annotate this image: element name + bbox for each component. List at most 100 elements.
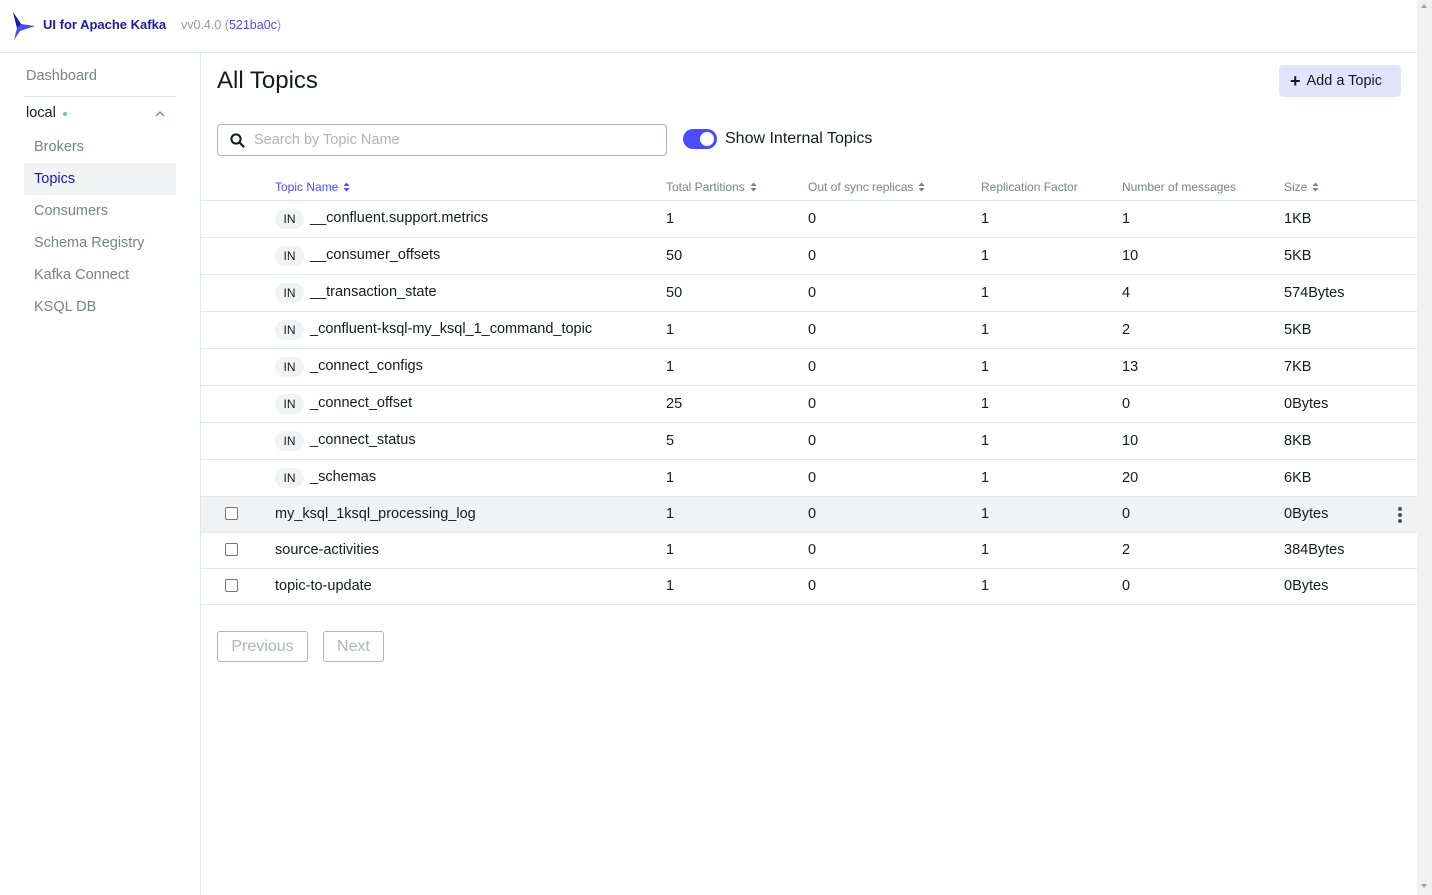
cell-replication: 1: [981, 285, 990, 301]
topic-name-link[interactable]: topic-to-update: [275, 578, 372, 594]
next-page-button[interactable]: Next: [323, 631, 384, 662]
cell-size: 8KB: [1284, 433, 1312, 449]
cell-size: 574Bytes: [1284, 285, 1345, 301]
cell-out-of-sync: 0: [808, 506, 817, 522]
topic-name-link[interactable]: _confluent-ksql-my_ksql_1_command_topic: [310, 321, 592, 337]
sidebar-item-topics[interactable]: Topics: [24, 163, 176, 195]
version-prefix: vv0.4.0 (: [181, 18, 229, 32]
sidebar-item-consumers[interactable]: Consumers: [24, 195, 176, 227]
cluster-status-dot: [63, 112, 67, 116]
version-info: vv0.4.0 (521ba0c): [181, 18, 281, 32]
cell-messages: 13: [1122, 359, 1139, 375]
cell-size: 384Bytes: [1284, 542, 1345, 558]
cell-messages: 0: [1122, 396, 1131, 412]
sort-arrows-icon[interactable]: [343, 182, 350, 192]
internal-badge: IN: [275, 431, 304, 451]
sidebar-item-kafka-connect[interactable]: Kafka Connect: [24, 259, 176, 291]
page-scrollbar[interactable]: [1417, 0, 1432, 895]
column-header-label: Number of messages: [1122, 180, 1237, 194]
cell-size: 7KB: [1284, 359, 1312, 375]
commit-link[interactable]: 521ba0c: [229, 18, 277, 32]
show-internal-label: Show Internal Topics: [725, 130, 873, 147]
brand-title[interactable]: UI for Apache Kafka: [43, 17, 166, 32]
row-select-checkbox[interactable]: [225, 543, 238, 556]
sidebar-item-brokers[interactable]: Brokers: [24, 131, 176, 163]
cell-out-of-sync: 0: [808, 578, 817, 594]
add-topic-button[interactable]: + Add a Topic: [1279, 65, 1401, 97]
sidebar-item-dashboard[interactable]: Dashboard: [26, 68, 97, 84]
scroll-up-arrow-icon[interactable]: [1421, 4, 1427, 8]
cell-partitions: 1: [666, 322, 675, 338]
row-select-checkbox[interactable]: [225, 507, 238, 520]
column-header-total-partitions[interactable]: Total Partitions: [666, 180, 757, 194]
cell-out-of-sync: 0: [808, 396, 817, 412]
cell-messages: 4: [1122, 285, 1131, 301]
table-row[interactable]: IN _schemas 1 0 1 20 6KB: [201, 460, 1417, 497]
cell-messages: 1: [1122, 211, 1131, 227]
table-header: Topic Name Total Partitions Out of sync re…: [201, 174, 1417, 201]
column-header-label: Total Partitions: [666, 180, 745, 194]
topic-name-link[interactable]: _connect_status: [310, 432, 416, 448]
cell-replication: 1: [981, 470, 990, 486]
kafka-logo-icon[interactable]: [12, 11, 36, 41]
topic-name-link[interactable]: _connect_offset: [310, 395, 412, 411]
sort-arrows-icon[interactable]: [918, 182, 925, 192]
cell-partitions: 1: [666, 211, 675, 227]
cluster-name[interactable]: local: [26, 105, 56, 121]
table-row[interactable]: IN _confluent-ksql-my_ksql_1_command_topi…: [201, 312, 1417, 349]
column-header-size[interactable]: Size: [1284, 180, 1319, 194]
toggle-knob: [700, 132, 714, 146]
table-row[interactable]: IN __consumer_offsets 50 0 1 10 5KB: [201, 238, 1417, 275]
internal-badge: IN: [275, 320, 304, 340]
show-internal-toggle[interactable]: [683, 129, 717, 149]
table-row[interactable]: source-activities 1 0 1 2 384Bytes: [201, 533, 1417, 569]
topics-table: Topic Name Total Partitions Out of sync re…: [201, 174, 1417, 605]
cell-size: 0Bytes: [1284, 396, 1329, 412]
sort-arrows-icon[interactable]: [1312, 182, 1319, 192]
cell-partitions: 25: [666, 396, 683, 412]
scroll-down-arrow-icon[interactable]: [1421, 884, 1427, 888]
cell-replication: 1: [981, 211, 990, 227]
table-row[interactable]: topic-to-update 1 0 1 0 0Bytes: [201, 569, 1417, 605]
topic-name-link[interactable]: __transaction_state: [310, 284, 437, 300]
internal-badge: IN: [275, 246, 304, 266]
topic-name-link[interactable]: __consumer_offsets: [310, 247, 440, 263]
table-row[interactable]: IN __confluent.support.metrics 1 0 1 1 1KB: [201, 201, 1417, 238]
cell-out-of-sync: 0: [808, 433, 817, 449]
cell-messages: 0: [1122, 578, 1131, 594]
table-row[interactable]: IN _connect_offset 25 0 1 0 0Bytes: [201, 386, 1417, 423]
column-header-number-of-messages: Number of messages: [1122, 180, 1236, 194]
internal-badge: IN: [275, 209, 304, 229]
column-header-out-of-sync-replicas[interactable]: Out of sync replicas: [808, 180, 925, 194]
add-topic-label: Add a Topic: [1306, 73, 1383, 89]
sidebar-item-ksql-db[interactable]: KSQL DB: [24, 291, 176, 323]
cell-out-of-sync: 0: [808, 359, 817, 375]
search-input[interactable]: [254, 125, 659, 155]
cell-size: 6KB: [1284, 470, 1312, 486]
column-header-topic-name[interactable]: Topic Name: [275, 180, 350, 194]
cell-messages: 20: [1122, 470, 1139, 486]
topic-name-link[interactable]: _connect_configs: [310, 358, 423, 374]
table-row[interactable]: IN _connect_status 5 0 1 10 8KB: [201, 423, 1417, 460]
internal-badge: IN: [275, 394, 304, 414]
column-header-replication-factor: Replication Factor: [981, 180, 1078, 194]
cell-partitions: 1: [666, 359, 675, 375]
cell-replication: 1: [981, 433, 990, 449]
cell-messages: 10: [1122, 433, 1139, 449]
table-row[interactable]: IN _connect_configs 1 0 1 13 7KB: [201, 349, 1417, 386]
previous-page-button[interactable]: Previous: [217, 631, 308, 662]
row-select-checkbox[interactable]: [225, 579, 238, 592]
cell-partitions: 50: [666, 248, 683, 264]
sidebar-item-schema-registry[interactable]: Schema Registry: [24, 227, 176, 259]
topic-name-link[interactable]: __confluent.support.metrics: [310, 210, 488, 226]
table-row[interactable]: IN __transaction_state 50 0 1 4 574Bytes: [201, 275, 1417, 312]
row-actions-kebab-icon[interactable]: [1398, 507, 1402, 523]
topic-name-link[interactable]: source-activities: [275, 542, 379, 558]
topic-name-link[interactable]: _schemas: [310, 469, 376, 485]
main-content: All Topics + Add a Topic Show Internal T…: [201, 53, 1417, 895]
chevron-up-icon[interactable]: [154, 110, 166, 118]
column-header-label: Size: [1284, 180, 1308, 194]
table-row[interactable]: my_ksql_1ksql_processing_log 1 0 1 0 0Bytes: [201, 497, 1417, 533]
sort-arrows-icon[interactable]: [750, 182, 757, 192]
topic-name-link[interactable]: my_ksql_1ksql_processing_log: [275, 506, 476, 522]
